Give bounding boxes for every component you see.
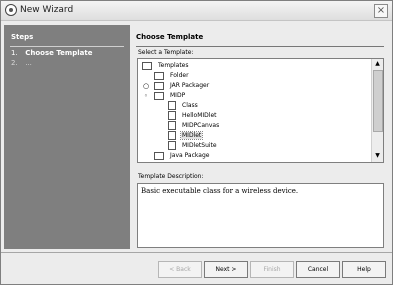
back-button[interactable]: < Back — [158, 261, 202, 278]
folder-icon — [154, 81, 164, 90]
wizard-window: New Wizard × Steps 1. Choose Template 2.… — [0, 0, 393, 285]
button-bar-divider — [1, 252, 392, 253]
tree-node-hellomidlet[interactable]: HelloMIDlet — [168, 111, 218, 121]
template-description-box: Basic executable class for a wireless de… — [137, 183, 384, 248]
content-panel: Choose Template Select a Template: Templ… — [136, 25, 386, 249]
file-icon — [168, 141, 176, 150]
app-icon — [5, 4, 17, 16]
tree-node-midletsuite[interactable]: MIDletSuite — [168, 141, 218, 151]
scrollbar-thumb[interactable] — [373, 70, 383, 132]
step-label: Choose Template — [25, 49, 93, 57]
window-title: New Wizard — [20, 5, 74, 15]
steps-heading: Steps — [11, 33, 34, 41]
select-template-label: Select a Template: — [138, 49, 194, 56]
cancel-button[interactable]: Cancel — [296, 261, 340, 278]
step-item: 1. Choose Template — [11, 49, 92, 57]
scroll-down-icon[interactable]: ▼ — [372, 151, 383, 161]
file-icon — [168, 121, 176, 130]
template-description-text: Basic executable class for a wireless de… — [141, 187, 299, 195]
content-divider — [136, 46, 384, 47]
tree-node-java-package[interactable]: Java Package — [154, 151, 210, 161]
tree-node-templates[interactable]: Templates — [142, 61, 190, 71]
folder-icon — [142, 61, 152, 70]
file-icon — [168, 111, 176, 120]
step-label: ... — [25, 59, 32, 67]
file-icon — [168, 131, 176, 140]
title-bar[interactable]: New Wizard × — [1, 1, 392, 21]
content-heading: Choose Template — [136, 33, 204, 41]
folder-icon — [154, 71, 164, 80]
tree-node-folder[interactable]: Folder — [154, 71, 190, 81]
file-icon — [168, 101, 176, 110]
folder-open-icon — [154, 91, 164, 100]
finish-button[interactable]: Finish — [250, 261, 294, 278]
expand-toggle-icon[interactable]: ○ — [142, 81, 150, 91]
close-icon[interactable]: × — [374, 4, 388, 18]
tree-node-midp[interactable]: ◦ MIDP — [144, 91, 186, 101]
step-number: 1. — [11, 49, 18, 57]
tree-node-midpcanvas[interactable]: MIDPCanvas — [168, 121, 220, 131]
tree-node-jar-packager[interactable]: ○ JAR Packager — [143, 81, 210, 91]
scroll-up-icon[interactable]: ▲ — [372, 59, 383, 69]
help-button[interactable]: Help — [342, 261, 386, 278]
collapse-toggle-icon[interactable]: ◦ — [142, 91, 150, 101]
step-item: 2. ... — [11, 59, 32, 67]
folder-icon — [154, 151, 164, 160]
tree-node-midlet[interactable]: MIDlet — [168, 131, 204, 141]
template-tree[interactable]: Templates Folder ○ JAR Packager ◦ MIDP C… — [138, 59, 371, 162]
template-list[interactable]: Templates Folder ○ JAR Packager ◦ MIDP C… — [137, 58, 384, 163]
template-list-scrollbar[interactable]: ▲ ▼ — [371, 59, 383, 162]
next-button[interactable]: Next > — [204, 261, 248, 278]
tree-node-class[interactable]: Class — [168, 101, 199, 111]
steps-divider — [10, 46, 124, 47]
template-description-label: Template Description: — [138, 173, 204, 180]
step-number: 2. — [11, 59, 18, 67]
steps-panel: Steps 1. Choose Template 2. ... — [4, 25, 130, 249]
